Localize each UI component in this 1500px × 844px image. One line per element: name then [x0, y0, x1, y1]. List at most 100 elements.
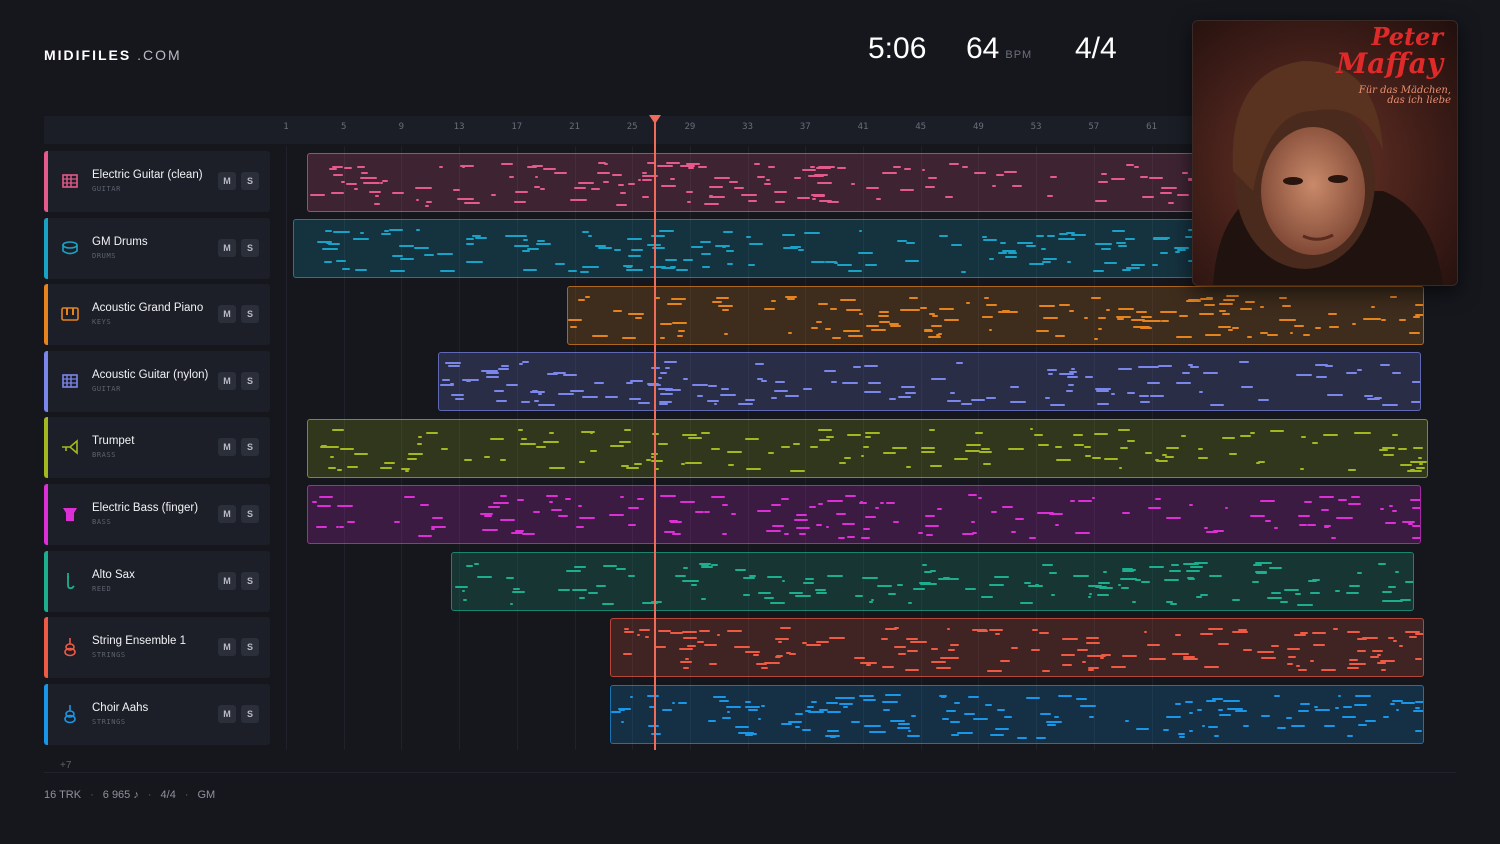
solo-button[interactable]: S — [241, 438, 259, 457]
midi-note — [352, 237, 359, 240]
midi-note — [1337, 498, 1348, 501]
midi-note — [1177, 248, 1187, 251]
solo-button[interactable]: S — [241, 172, 259, 190]
midi-note — [450, 382, 455, 385]
midi-note — [344, 167, 352, 170]
solo-button[interactable]: S — [241, 238, 259, 257]
solo-button[interactable]: S — [241, 571, 259, 590]
midi-note — [399, 245, 415, 248]
solo-button[interactable]: S — [241, 638, 259, 657]
midi-note — [1226, 295, 1240, 298]
track-header[interactable]: Electric Guitar (clean) GUITAR M S — [44, 151, 270, 212]
midi-note — [815, 167, 832, 170]
midi-note — [1274, 695, 1280, 698]
midi-region[interactable] — [610, 618, 1424, 677]
solo-button[interactable]: S — [241, 704, 259, 723]
midi-note — [1103, 457, 1119, 460]
mute-button[interactable]: M — [218, 638, 236, 657]
midi-note — [636, 498, 645, 501]
midi-note — [418, 435, 423, 438]
midi-note — [1055, 459, 1071, 461]
track-header[interactable]: Alto Sax REED M S — [44, 550, 270, 612]
midi-note — [1015, 518, 1025, 521]
midi-region[interactable] — [567, 286, 1424, 345]
midi-note — [1354, 431, 1371, 434]
midi-region[interactable] — [293, 219, 1197, 278]
midi-note — [1138, 394, 1149, 397]
midi-note — [931, 660, 947, 663]
solo-button[interactable]: S — [241, 371, 259, 390]
midi-note — [451, 393, 465, 396]
track-header[interactable]: Trumpet BRASS M S — [44, 417, 270, 479]
midi-region[interactable] — [307, 419, 1428, 478]
track-header[interactable]: Electric Bass (finger) BASS M S — [44, 484, 270, 545]
mute-button[interactable]: M — [218, 238, 236, 257]
playhead[interactable] — [654, 116, 656, 750]
midi-note — [1207, 726, 1218, 729]
midi-note — [909, 296, 919, 299]
track-header[interactable]: Choir Aahs STRINGS M S — [44, 683, 270, 745]
midi-note — [1004, 715, 1013, 718]
midi-note — [1227, 329, 1234, 332]
playhead-marker-icon[interactable] — [649, 115, 661, 124]
midi-region[interactable] — [438, 352, 1421, 411]
midi-note — [936, 666, 952, 669]
midi-note — [1213, 735, 1219, 738]
midi-note — [772, 525, 784, 528]
mute-button[interactable]: M — [218, 571, 236, 590]
midi-note — [1112, 230, 1125, 233]
midi-note — [1094, 199, 1107, 202]
solo-button[interactable]: S — [241, 505, 259, 523]
midi-note — [921, 169, 925, 172]
midi-note — [1223, 699, 1240, 702]
midi-note — [1010, 386, 1020, 389]
track-header[interactable]: GM Drums DRUMS M S — [44, 217, 270, 279]
midi-note — [1204, 666, 1219, 669]
midi-note — [1209, 574, 1223, 577]
midi-note — [1393, 640, 1398, 643]
bpm-value: 64 — [966, 32, 1000, 65]
midi-note — [1170, 603, 1178, 606]
midi-region[interactable] — [307, 153, 1197, 212]
midi-note — [1412, 506, 1420, 509]
track-header[interactable]: Acoustic Grand Piano KEYS M S — [44, 284, 270, 346]
track-header[interactable]: String Ensemble 1 STRINGS M S — [44, 617, 270, 679]
midi-note — [698, 165, 708, 168]
midi-note — [671, 532, 682, 535]
midi-note — [1110, 665, 1126, 668]
midi-note — [893, 646, 906, 649]
ruler-tick-label: 29 — [684, 122, 696, 132]
mute-button[interactable]: M — [218, 172, 236, 190]
midi-note — [1118, 467, 1122, 470]
mute-button[interactable]: M — [218, 505, 236, 523]
midi-note — [766, 529, 781, 532]
midi-note — [988, 328, 992, 331]
midi-note — [1058, 694, 1072, 697]
midi-note — [605, 396, 618, 399]
midi-note — [919, 306, 928, 309]
mute-button[interactable]: M — [218, 438, 236, 457]
midi-region[interactable] — [610, 685, 1424, 744]
midi-note — [1300, 467, 1305, 470]
midi-note — [587, 182, 594, 185]
mute-button[interactable]: M — [218, 704, 236, 723]
midi-note — [846, 434, 862, 437]
mute-button[interactable]: M — [218, 305, 236, 324]
midi-note — [918, 531, 924, 534]
midi-note — [769, 601, 785, 604]
more-tracks-indicator[interactable]: +7 — [60, 760, 71, 771]
midi-note — [417, 443, 423, 446]
midi-note — [332, 173, 343, 176]
track-header[interactable]: Acoustic Guitar (nylon) GUITAR M S — [44, 350, 270, 412]
midi-note — [1133, 165, 1140, 168]
timeline-ruler[interactable] — [44, 116, 1194, 144]
midi-note — [682, 579, 700, 582]
midi-note — [697, 641, 705, 644]
mute-button[interactable]: M — [218, 371, 236, 390]
midi-region[interactable] — [307, 485, 1421, 544]
midi-note — [1076, 698, 1087, 701]
midi-region[interactable] — [451, 552, 1414, 611]
midi-note — [858, 502, 867, 505]
midi-note — [558, 589, 571, 592]
solo-button[interactable]: S — [241, 305, 259, 324]
